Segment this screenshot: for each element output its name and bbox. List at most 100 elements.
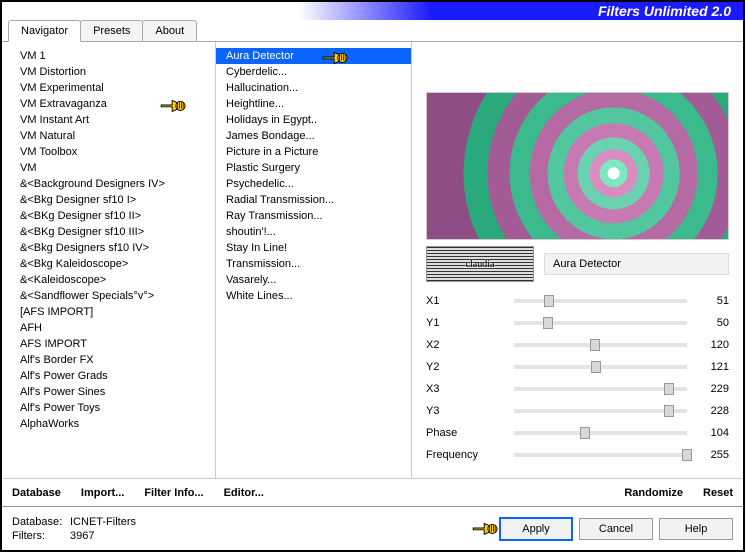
param-row: X3229 [426, 378, 729, 400]
filter-item[interactable]: James Bondage... [216, 128, 411, 144]
filter-item[interactable]: Plastic Surgery [216, 160, 411, 176]
category-item[interactable]: &<Kaleidoscope> [2, 272, 215, 288]
filter-item[interactable]: Vasarely... [216, 272, 411, 288]
param-value: 104 [695, 427, 729, 439]
category-item[interactable]: Alf's Border FX [2, 352, 215, 368]
category-item[interactable]: AlphaWorks [2, 416, 215, 432]
category-item[interactable]: Alf's Power Grads [2, 368, 215, 384]
filter-item[interactable]: Transmission... [216, 256, 411, 272]
category-item[interactable]: &<Bkg Designer sf10 I> [2, 192, 215, 208]
slider-thumb[interactable] [591, 361, 601, 373]
param-slider[interactable] [514, 365, 687, 369]
filters-count-label: Filters: [12, 530, 70, 542]
filter-item[interactable]: Ray Transmission... [216, 208, 411, 224]
param-slider[interactable] [514, 299, 687, 303]
slider-thumb[interactable] [682, 449, 692, 461]
category-item[interactable]: AFH [2, 320, 215, 336]
param-row: X2120 [426, 334, 729, 356]
param-label: Y1 [426, 317, 506, 329]
preview-panel: claudia Aura Detector X151Y150X2120Y2121… [412, 42, 743, 478]
category-item[interactable]: AFS IMPORT [2, 336, 215, 352]
param-slider[interactable] [514, 453, 687, 457]
slider-thumb[interactable] [580, 427, 590, 439]
database-value: ICNET-Filters [70, 516, 136, 528]
slider-thumb[interactable] [664, 383, 674, 395]
current-filter-name: Aura Detector [544, 253, 729, 275]
filter-item[interactable]: White Lines... [216, 288, 411, 304]
filter-item[interactable]: Hallucination... [216, 80, 411, 96]
param-row: Frequency255 [426, 444, 729, 466]
tab-presets[interactable]: Presets [80, 20, 143, 41]
footer-buttons: Apply Cancel Help [493, 517, 733, 541]
param-label: X1 [426, 295, 506, 307]
category-list[interactable]: VM 1VM DistortionVM ExperimentalVM Extra… [2, 42, 216, 478]
category-item[interactable]: &<Sandflower Specials°v°> [2, 288, 215, 304]
category-item[interactable]: VM Instant Art [2, 112, 215, 128]
filters-count-value: 3967 [70, 530, 94, 542]
reset-button[interactable]: Reset [703, 487, 733, 499]
category-item[interactable]: VM Toolbox [2, 144, 215, 160]
title-bar: Filters Unlimited 2.0 [2, 2, 743, 20]
param-label: X2 [426, 339, 506, 351]
main-area: VM 1VM DistortionVM ExperimentalVM Extra… [2, 42, 743, 478]
filter-item[interactable]: Stay In Line! [216, 240, 411, 256]
param-label: X3 [426, 383, 506, 395]
category-item[interactable]: &<Bkg Designers sf10 IV> [2, 240, 215, 256]
param-slider[interactable] [514, 431, 687, 435]
category-item[interactable]: Alf's Power Sines [2, 384, 215, 400]
param-label: Frequency [426, 449, 506, 461]
filter-item[interactable]: Heightline... [216, 96, 411, 112]
tab-about[interactable]: About [142, 20, 197, 41]
slider-thumb[interactable] [664, 405, 674, 417]
filter-item[interactable]: Aura Detector [216, 48, 411, 64]
category-item[interactable]: [AFS IMPORT] [2, 304, 215, 320]
database-label: Database: [12, 516, 70, 528]
slider-thumb[interactable] [544, 295, 554, 307]
filter-item[interactable]: Psychedelic... [216, 176, 411, 192]
filter-item[interactable]: Radial Transmission... [216, 192, 411, 208]
database-button[interactable]: Database [12, 487, 61, 499]
category-item[interactable]: &<Bkg Kaleidoscope> [2, 256, 215, 272]
help-button[interactable]: Help [659, 518, 733, 540]
import-button[interactable]: Import... [81, 487, 124, 499]
param-label: Y2 [426, 361, 506, 373]
apply-button[interactable]: Apply [499, 517, 573, 541]
editor-button[interactable]: Editor... [224, 487, 264, 499]
slider-thumb[interactable] [590, 339, 600, 351]
author-name: claudia [466, 259, 495, 270]
param-label: Y3 [426, 405, 506, 417]
parameter-list: X151Y150X2120Y2121X3229Y3228Phase104Freq… [426, 290, 729, 478]
cancel-button[interactable]: Cancel [579, 518, 653, 540]
filter-item[interactable]: Cyberdelic... [216, 64, 411, 80]
tab-navigator[interactable]: Navigator [8, 20, 81, 42]
slider-thumb[interactable] [543, 317, 553, 329]
filter-item[interactable]: Holidays in Egypt.. [216, 112, 411, 128]
category-item[interactable]: VM Experimental [2, 80, 215, 96]
category-item[interactable]: VM Natural [2, 128, 215, 144]
filter-info-button[interactable]: Filter Info... [144, 487, 203, 499]
category-item[interactable]: Alf's Power Toys [2, 400, 215, 416]
category-item[interactable]: &<Background Designers IV> [2, 176, 215, 192]
category-item[interactable]: VM Distortion [2, 64, 215, 80]
filter-list[interactable]: Aura DetectorCyberdelic...Hallucination.… [216, 42, 412, 478]
param-slider[interactable] [514, 409, 687, 413]
param-row: X151 [426, 290, 729, 312]
toolbar: Database Import... Filter Info... Editor… [2, 478, 743, 506]
author-logo: claudia [426, 246, 534, 282]
param-slider[interactable] [514, 343, 687, 347]
randomize-button[interactable]: Randomize [624, 487, 683, 499]
swirl-graphic [427, 93, 728, 239]
param-slider[interactable] [514, 321, 687, 325]
param-value: 121 [695, 361, 729, 373]
category-item[interactable]: VM 1 [2, 48, 215, 64]
footer: Database: ICNET-Filters Filters: 3967 Ap… [2, 506, 743, 550]
category-item[interactable]: VM Extravaganza [2, 96, 215, 112]
param-slider[interactable] [514, 387, 687, 391]
filter-item[interactable]: Picture in a Picture [216, 144, 411, 160]
app-title: Filters Unlimited 2.0 [598, 3, 731, 19]
category-item[interactable]: VM [2, 160, 215, 176]
filter-item[interactable]: shoutin'!... [216, 224, 411, 240]
category-item[interactable]: &<BKg Designer sf10 III> [2, 224, 215, 240]
category-item[interactable]: &<BKg Designer sf10 II> [2, 208, 215, 224]
param-row: Y2 121 [426, 356, 729, 378]
